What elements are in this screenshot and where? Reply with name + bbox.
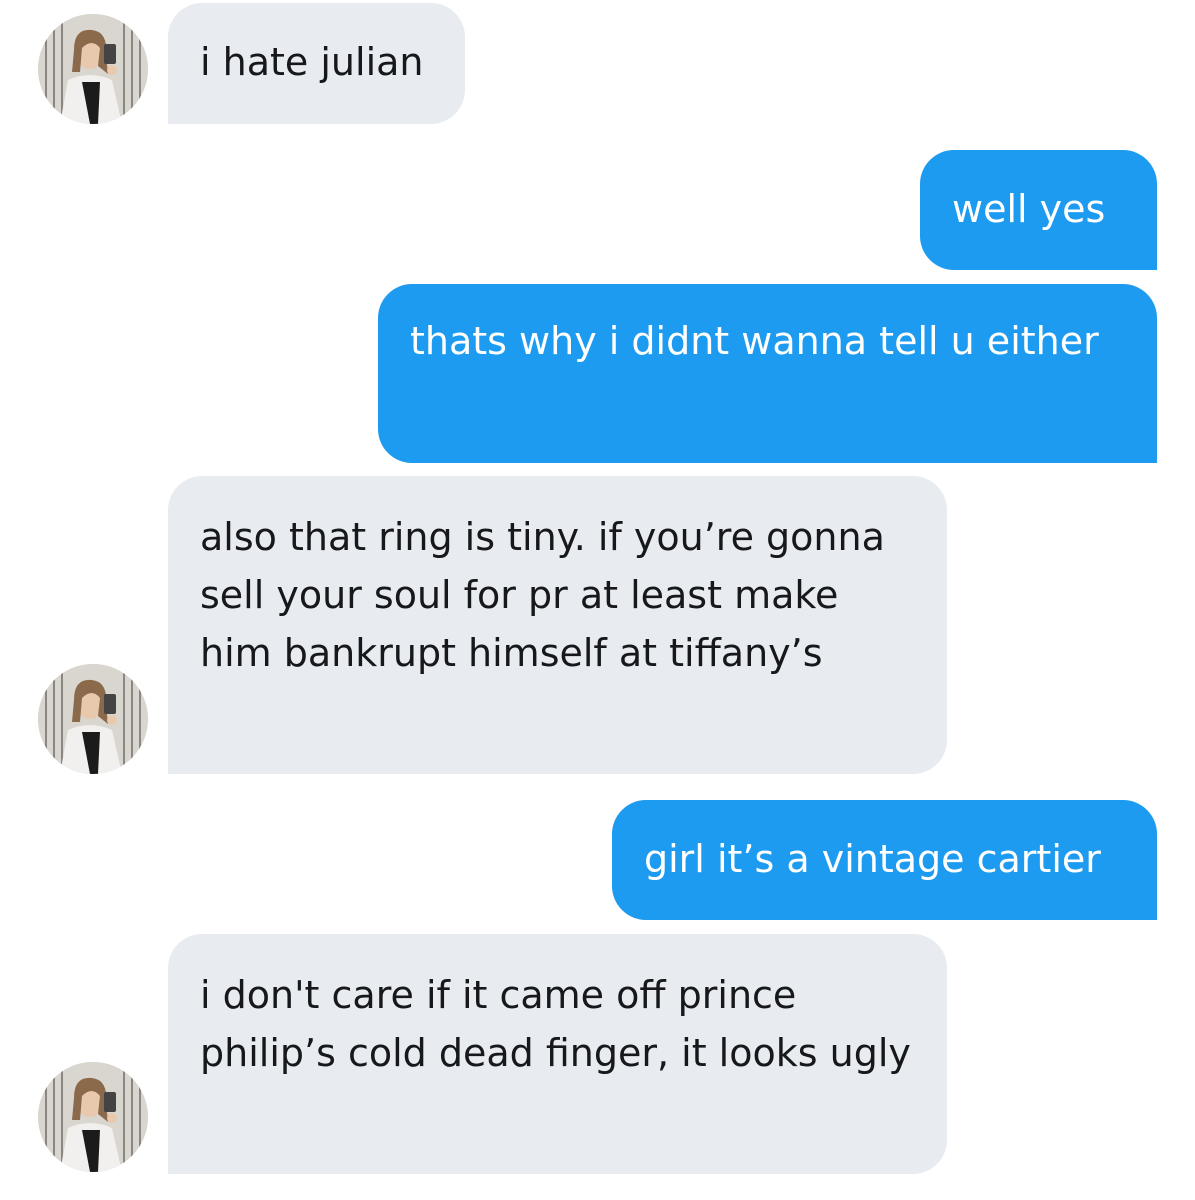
avatar[interactable]	[38, 14, 148, 124]
message-bubble-outgoing[interactable]: girl it’s a vintage cartier	[612, 800, 1157, 920]
message-text: i don't care if it came off prince phili…	[200, 973, 911, 1075]
avatar-photo	[38, 664, 148, 774]
message-text: also that ring is tiny. if you’re gonna …	[200, 515, 885, 675]
avatar[interactable]	[38, 1062, 148, 1172]
message-text: thats why i didnt wanna tell u either	[410, 319, 1099, 363]
message-text: i hate julian	[200, 40, 424, 84]
message-bubble-incoming[interactable]: i hate julian	[168, 3, 465, 124]
message-bubble-outgoing[interactable]: thats why i didnt wanna tell u either	[378, 284, 1157, 463]
avatar-photo	[38, 14, 148, 124]
message-text: girl it’s a vintage cartier	[644, 837, 1101, 881]
message-bubble-outgoing[interactable]: well yes	[920, 150, 1157, 270]
avatar-photo	[38, 1062, 148, 1172]
message-text: well yes	[952, 187, 1106, 231]
message-bubble-incoming[interactable]: also that ring is tiny. if you’re gonna …	[168, 476, 947, 774]
message-bubble-incoming[interactable]: i don't care if it came off prince phili…	[168, 934, 947, 1174]
avatar[interactable]	[38, 664, 148, 774]
